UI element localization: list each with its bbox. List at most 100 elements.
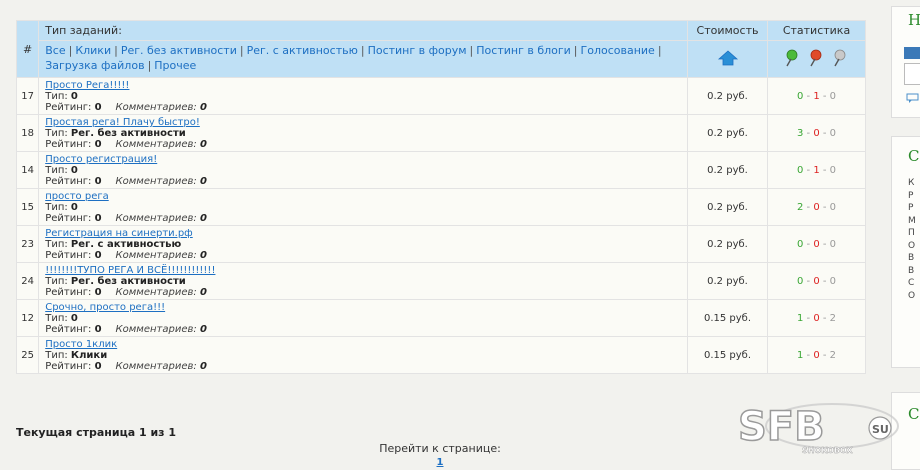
type-value: Рег. с активностью xyxy=(70,239,182,250)
task-type: Тип: Рег. без активности xyxy=(45,128,679,139)
task-title-link[interactable]: Срочно, просто рега!!! xyxy=(45,302,679,313)
column-header-num: # xyxy=(15,20,40,78)
row-info: Просто Рега!!!!! Тип: 0 Рейтинг: 0 Коммента… xyxy=(38,77,688,115)
task-title-link[interactable]: просто рега xyxy=(45,191,679,202)
row-stats: 2 - 0 - 0 xyxy=(767,188,866,226)
rating-value: 0 xyxy=(94,176,102,187)
filter-forum-posting[interactable]: Постинг в форум xyxy=(368,44,467,57)
row-price: 0.15 руб. xyxy=(687,299,768,337)
sidebar-line: Р xyxy=(908,203,914,213)
rating-value: 0 xyxy=(94,324,102,335)
row-price: 0.15 руб. xyxy=(687,336,768,374)
sidebar-heading-2: С xyxy=(908,147,920,165)
row-price: 0.2 руб. xyxy=(687,151,768,189)
task-title-link[interactable]: !!!!!!!!ТУПО РЕГА И ВСЁ!!!!!!!!!!!! xyxy=(45,265,679,276)
table-row: 23 Регистрация на синерти.рф Тип: Рег. с а… xyxy=(15,225,866,263)
stat-neutral: 0 xyxy=(829,164,837,176)
comments-label: Комментариев: xyxy=(115,102,197,113)
comments-label: Комментариев: xyxy=(115,324,197,335)
tasks-panel: # Тип заданий: Стоимость Статистика Все |… xyxy=(15,20,866,374)
type-label: Тип: xyxy=(45,128,68,139)
comments-value: 0 xyxy=(199,213,207,224)
comments-value: 0 xyxy=(199,361,207,372)
task-type: Тип: Клики xyxy=(45,350,679,361)
comments-value: 0 xyxy=(199,176,207,187)
rating-label: Рейтинг: xyxy=(45,361,92,372)
filter-all[interactable]: Все xyxy=(45,44,65,57)
comment-icon xyxy=(906,93,919,103)
task-meta: Рейтинг: 0 Комментариев: 0 xyxy=(45,102,679,113)
row-price: 0.2 руб. xyxy=(687,188,768,226)
column-header-cost[interactable]: Стоимость xyxy=(687,20,768,41)
type-value: Рег. без активности xyxy=(70,276,186,287)
sidebar-line: О xyxy=(908,290,916,301)
row-price: 0.2 руб. xyxy=(687,114,768,152)
task-meta: Рейтинг: 0 Комментариев: 0 xyxy=(45,213,679,224)
filter-blog-posting[interactable]: Постинг в блоги xyxy=(476,44,571,57)
task-title-link[interactable]: Регистрация на синерти.рф xyxy=(45,228,679,239)
site-logo: SFB SU SHOKOBOX xyxy=(737,403,899,455)
rating-label: Рейтинг: xyxy=(45,250,92,261)
home-arrow-icon[interactable] xyxy=(717,49,739,66)
rating-label: Рейтинг: xyxy=(45,102,92,113)
sidebar-lines: К Р Р М П О В В С О xyxy=(908,177,916,302)
page-link-1[interactable]: 1 xyxy=(420,457,460,468)
filter-other[interactable]: Прочее xyxy=(154,59,196,72)
sidebar-input[interactable] xyxy=(904,63,920,85)
stat-neutral: 2 xyxy=(829,312,837,324)
row-stats: 3 - 0 - 0 xyxy=(767,114,866,152)
rating-value: 0 xyxy=(94,287,102,298)
task-type: Тип: 0 xyxy=(45,313,679,324)
type-value: 0 xyxy=(70,165,78,176)
rating-value: 0 xyxy=(94,250,102,261)
comments-label: Комментариев: xyxy=(115,287,197,298)
comments-value: 0 xyxy=(199,139,207,150)
task-title-link[interactable]: Просто Рега!!!!! xyxy=(45,80,679,91)
task-type: Тип: 0 xyxy=(45,202,679,213)
stat-neutral: 2 xyxy=(829,349,837,361)
logo-suffix: SU xyxy=(872,423,889,436)
table-row: 12 Срочно, просто рега!!! Тип: 0 Рейтинг: 0… xyxy=(15,299,866,337)
task-type: Тип: 0 xyxy=(45,91,679,102)
filter-reg-no-activity[interactable]: Рег. без активности xyxy=(121,44,237,57)
filter-clicks[interactable]: Клики xyxy=(75,44,111,57)
rating-label: Рейтинг: xyxy=(45,287,92,298)
row-info: Просто 1клик Тип: Клики Рейтинг: 0 Коммента… xyxy=(38,336,688,374)
filter-voting[interactable]: Голосование xyxy=(581,44,655,57)
red-pin-icon xyxy=(809,49,821,66)
row-info: просто рега Тип: 0 Рейтинг: 0 Комментариев:… xyxy=(38,188,688,226)
filter-reg-activity[interactable]: Рег. с активностью xyxy=(247,44,358,57)
row-num: 25 xyxy=(15,336,40,374)
table-row: 17 Просто Рега!!!!! Тип: 0 Рейтинг: 0 Коммен… xyxy=(15,77,866,115)
row-stats: 0 - 1 - 0 xyxy=(767,151,866,189)
rating-label: Рейтинг: xyxy=(45,213,92,224)
sidebar-line: Р xyxy=(908,190,914,201)
comments-value: 0 xyxy=(199,250,207,261)
filter-file-upload[interactable]: Загрузка файлов xyxy=(45,59,144,72)
type-value: 0 xyxy=(70,91,78,102)
filter-bar: Все | Клики | Рег. без активности | Рег. с акт… xyxy=(38,40,688,78)
current-page-text: Текущая страница 1 из 1 xyxy=(16,426,177,439)
comments-label: Комментариев: xyxy=(115,213,197,224)
row-info: Регистрация на синерти.рф Тип: Рег. с акт… xyxy=(38,225,688,263)
row-stats: 0 - 1 - 0 xyxy=(767,77,866,115)
task-title-link[interactable]: Просто регистрация! xyxy=(45,154,679,165)
task-title-link[interactable]: Простая рега! Плачу быстро! xyxy=(45,117,679,128)
mail-badge xyxy=(904,47,920,59)
sidebar-line: В xyxy=(908,253,915,263)
gray-pin-icon xyxy=(833,49,845,66)
row-info: Простая рега! Плачу быстро! Тип: Рег. без… xyxy=(38,114,688,152)
task-title-link[interactable]: Просто 1клик xyxy=(45,339,679,350)
table-row: 14 Просто регистрация! Тип: 0 Рейтинг: 0 Ком… xyxy=(15,151,866,189)
task-meta: Рейтинг: 0 Комментариев: 0 xyxy=(45,361,679,372)
row-stats: 1 - 0 - 2 xyxy=(767,299,866,337)
table-row: 15 просто рега Тип: 0 Рейтинг: 0 Комментарие… xyxy=(15,188,866,226)
sidebar-block-1: Н xyxy=(891,6,920,118)
sidebar-line: М xyxy=(908,215,916,226)
rating-value: 0 xyxy=(94,139,102,150)
type-label: Тип: xyxy=(45,239,68,250)
task-type: Тип: Рег. без активности xyxy=(45,276,679,287)
rating-value: 0 xyxy=(94,102,102,113)
comments-value: 0 xyxy=(199,324,207,335)
stat-neutral: 0 xyxy=(829,127,837,139)
